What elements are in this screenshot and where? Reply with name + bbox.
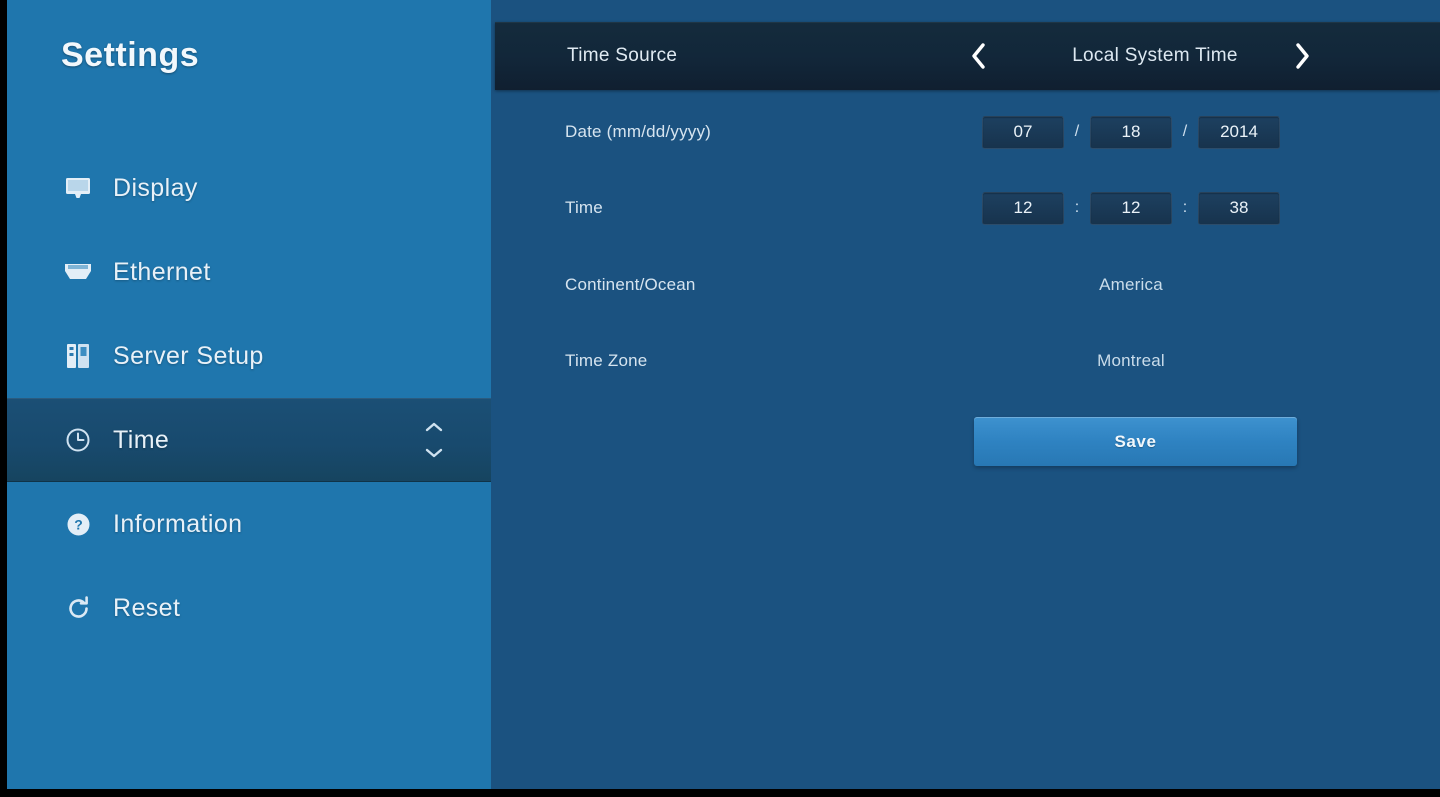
time-hour-input[interactable]: 12 [982,192,1064,225]
chevron-down-icon [425,447,443,458]
svg-text:?: ? [74,516,83,532]
sidebar-item-label: Time [113,426,169,455]
time-row: Time 12 : 12 : 38 [491,188,1440,228]
time-separator-1: : [1064,199,1090,217]
content-panel: Time Source Local System Time Date (mm/d… [491,0,1440,789]
time-source-label: Time Source [567,45,677,67]
timezone-label: Time Zone [565,351,647,371]
time-separator-2: : [1172,199,1198,217]
timezone-value[interactable]: Montreal [971,351,1291,371]
chevron-left-icon[interactable] [962,36,996,76]
page-title: Settings [61,36,199,75]
server-icon [61,341,95,371]
time-second-input[interactable]: 38 [1198,192,1280,225]
timezone-row: Time Zone Montreal [491,341,1440,381]
chevron-right-icon[interactable] [1285,36,1319,76]
settings-screen: Settings Display [0,0,1440,797]
sidebar-item-display[interactable]: Display [7,146,491,230]
sidebar-item-ethernet[interactable]: Ethernet [7,230,491,314]
monitor-icon [61,173,95,203]
sidebar-item-time[interactable]: Time [7,398,491,482]
time-source-selector: Time Source Local System Time [495,22,1440,90]
continent-label: Continent/Ocean [565,275,696,295]
sidebar-item-server-setup[interactable]: Server Setup [7,314,491,398]
sidebar-item-label: Reset [113,594,180,623]
date-label: Date (mm/dd/yyyy) [565,122,711,142]
sidebar-time-stepper[interactable] [423,422,445,458]
sidebar-item-label: Ethernet [113,258,211,287]
date-day-input[interactable]: 18 [1090,116,1172,149]
sidebar-item-label: Display [113,174,198,203]
date-separator-1: / [1064,123,1090,141]
time-label: Time [565,198,603,218]
continent-value[interactable]: America [971,275,1291,295]
date-row: Date (mm/dd/yyyy) 07 / 18 / 2014 [491,112,1440,152]
refresh-icon [61,593,95,623]
time-fields: 12 : 12 : 38 [971,192,1291,225]
date-fields: 07 / 18 / 2014 [971,116,1291,149]
save-button[interactable]: Save [974,417,1297,466]
sidebar-item-label: Information [113,510,242,539]
time-minute-input[interactable]: 12 [1090,192,1172,225]
date-year-input[interactable]: 2014 [1198,116,1280,149]
time-source-value[interactable]: Local System Time [1035,45,1275,67]
help-icon: ? [61,509,95,539]
clock-icon [61,425,95,455]
ethernet-icon [61,257,95,287]
sidebar-item-information[interactable]: ? Information [7,482,491,566]
continent-row: Continent/Ocean America [491,265,1440,305]
date-month-input[interactable]: 07 [982,116,1064,149]
sidebar: Settings Display [7,0,491,789]
sidebar-item-reset[interactable]: Reset [7,566,491,650]
chevron-up-icon [425,422,443,433]
date-separator-2: / [1172,123,1198,141]
sidebar-nav: Display Ethernet [7,146,491,650]
sidebar-item-label: Server Setup [113,342,264,371]
